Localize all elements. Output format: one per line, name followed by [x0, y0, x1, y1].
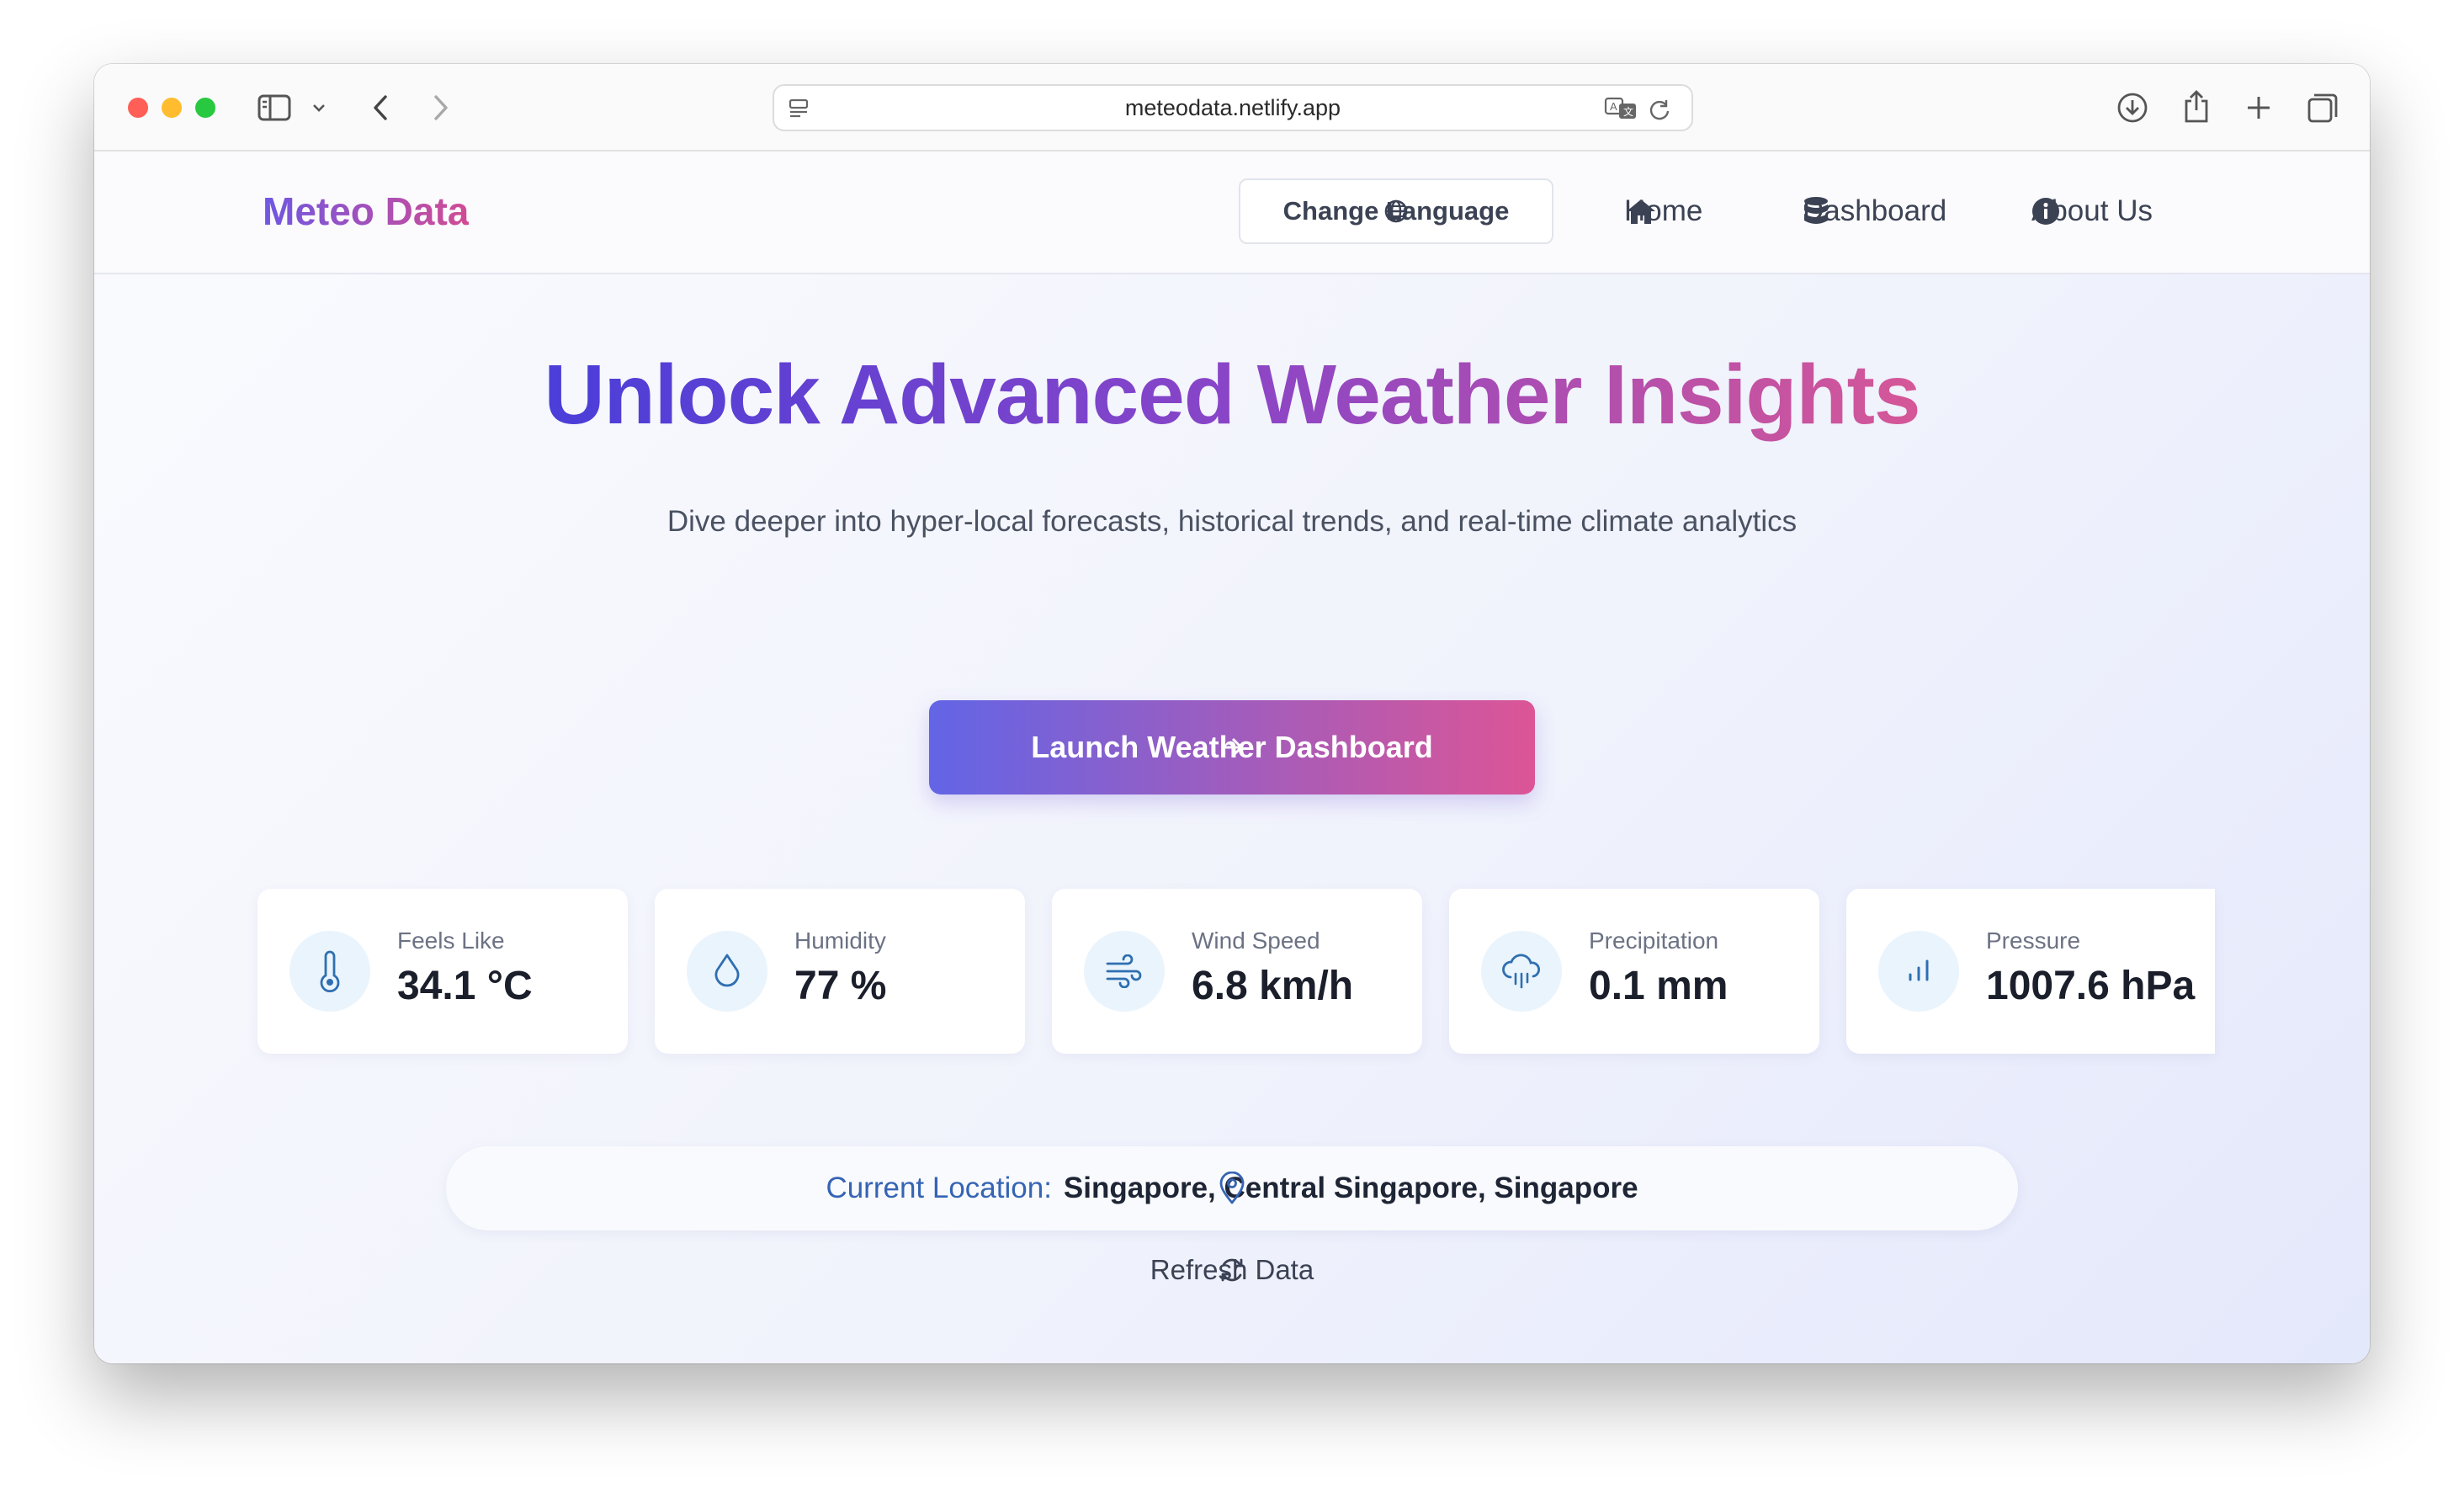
close-window-button[interactable] [128, 98, 148, 118]
metric-value: 0.1 mm [1589, 964, 1729, 1008]
nav-link-about-us[interactable]: About Us [2031, 178, 2153, 244]
browser-toolbar: meteodata.netlify.app A文 [94, 64, 2370, 151]
metric-value: 6.8 km/h [1192, 964, 1354, 1008]
launch-dashboard-button[interactable]: Launch Weather Dashboard [929, 700, 1535, 794]
svg-text:A: A [1610, 100, 1617, 113]
metric-label: Precipitation [1589, 927, 1719, 954]
nav-link-dashboard[interactable]: Dashboard [1803, 178, 1946, 244]
metric-value: 34.1 °C [397, 964, 533, 1008]
metric-value: 1007.6 hPa [1986, 964, 2196, 1008]
wind-icon [1084, 931, 1165, 1012]
map-pin-icon [1218, 1172, 1246, 1205]
browser-window: meteodata.netlify.app A文 Meteo Data Chan… [94, 64, 2370, 1363]
home-icon [1624, 197, 1658, 226]
address-bar[interactable]: meteodata.netlify.app A文 [773, 84, 1693, 131]
nav-link-home[interactable]: Home [1624, 178, 1702, 244]
refresh-icon [1218, 1256, 1246, 1284]
metric-card-humidity: Humidity 77 % [655, 889, 1025, 1054]
location-label: Current Location: [826, 1172, 1052, 1204]
tab-overview-icon[interactable] [2304, 89, 2341, 126]
thermometer-icon [289, 931, 370, 1012]
reload-icon[interactable] [1646, 96, 1673, 123]
translate-icon[interactable]: A文 [1604, 94, 1638, 123]
cloud-rain-icon [1481, 931, 1562, 1012]
new-tab-icon[interactable] [2242, 91, 2275, 125]
database-icon [1803, 195, 1829, 227]
forward-icon[interactable] [424, 91, 458, 125]
zoom-window-button[interactable] [195, 98, 215, 118]
brand-logo[interactable]: Meteo Data [263, 189, 469, 234]
weather-metrics: Feels Like 34.1 °C Humidity 77 % Wind Sp… [258, 889, 2217, 1054]
sidebar-toggle-icon[interactable] [258, 93, 291, 123]
refresh-data-button[interactable]: Refresh Data [94, 1249, 2370, 1291]
bar-chart-icon [1878, 931, 1959, 1012]
top-navigation: Meteo Data Change Language Home Dashboar… [94, 151, 2370, 274]
chevron-down-icon[interactable] [310, 99, 328, 116]
info-icon [2031, 197, 2060, 226]
location-value: Singapore, Central Singapore, Singapore [1063, 1172, 1638, 1204]
metric-card-wind-speed: Wind Speed 6.8 km/h [1052, 889, 1422, 1054]
metric-label: Wind Speed [1192, 927, 1320, 954]
minimize-window-button[interactable] [162, 98, 182, 118]
arrow-right-icon [1219, 736, 1245, 758]
metric-card-precipitation: Precipitation 0.1 mm [1449, 889, 1819, 1054]
url-text: meteodata.netlify.app [1124, 95, 1341, 120]
metric-label: Pressure [1986, 927, 2081, 954]
droplet-icon [687, 931, 767, 1012]
share-icon[interactable] [2178, 86, 2215, 126]
back-icon[interactable] [364, 91, 397, 125]
hero-subtitle: Dive deeper into hyper-local forecasts, … [666, 505, 1798, 538]
globe-icon [1383, 199, 1409, 224]
svg-text:文: 文 [1623, 105, 1633, 118]
downloads-icon[interactable] [2114, 89, 2151, 126]
metric-value: 77 % [794, 964, 887, 1008]
metric-label: Feels Like [397, 927, 505, 954]
web-page: Meteo Data Change Language Home Dashboar… [94, 151, 2370, 1363]
hero-title: Unlock Advanced Weather Insights [544, 348, 1920, 442]
change-language-button[interactable]: Change Language [1239, 178, 1553, 244]
current-location-bar: Current Location: Singapore, Central Sin… [446, 1146, 2018, 1230]
metric-card-pressure: Pressure 1007.6 hPa [1846, 889, 2215, 1054]
metric-card-feels-like: Feels Like 34.1 °C [258, 889, 628, 1054]
metric-label: Humidity [794, 927, 886, 954]
